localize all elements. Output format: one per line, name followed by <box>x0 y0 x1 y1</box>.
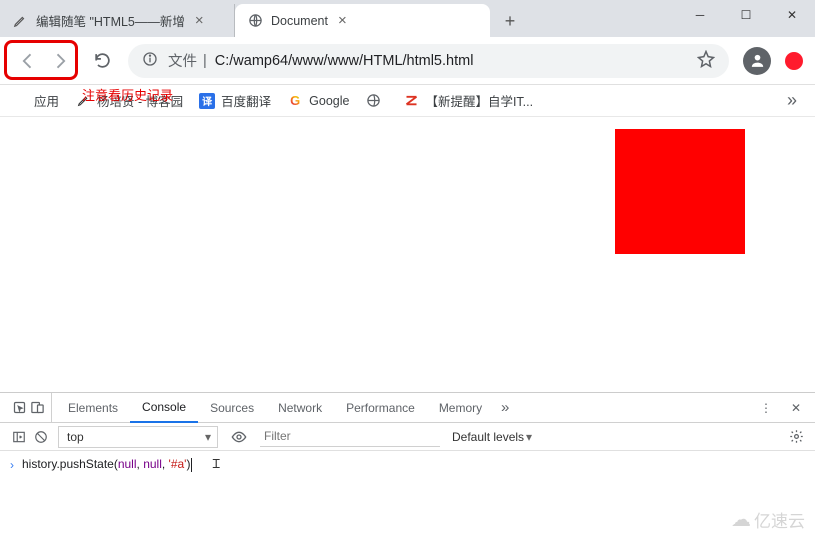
globe-icon <box>365 93 381 109</box>
levels-value: Default levels <box>452 430 524 444</box>
bookmark-item[interactable]: 译 百度翻译 <box>199 91 271 110</box>
minimize-button[interactable]: ─ <box>677 0 723 30</box>
page-viewport <box>0 117 815 392</box>
sz-icon <box>403 93 419 109</box>
console-toolbar: top Default levels <box>0 423 815 451</box>
bookmark-label: 【新提醒】自学IT... <box>425 91 533 110</box>
pen-icon <box>12 13 28 29</box>
cloud-icon: ☁ <box>731 507 751 532</box>
devtools-close-icon[interactable]: ✕ <box>785 393 807 423</box>
device-toggle-icon[interactable] <box>30 393 52 423</box>
bookmark-apps[interactable]: 应用 <box>12 91 59 110</box>
opera-icon[interactable] <box>785 52 803 70</box>
bookmark-star-icon[interactable] <box>697 50 715 72</box>
overflow-tabs-icon[interactable]: » <box>494 393 516 423</box>
execution-context-select[interactable]: top <box>58 426 218 448</box>
window-controls: ─ ☐ ✕ <box>677 0 815 30</box>
browser-toolbar: 文件 | C:/wamp64/www/www/HTML/html5.html <box>0 37 815 85</box>
bookmarks-overflow-button[interactable]: » <box>781 90 803 111</box>
live-expression-icon[interactable] <box>228 422 250 452</box>
tab-inactive[interactable]: 编辑随笔 "HTML5——新增 × <box>0 4 235 37</box>
tab-performance[interactable]: Performance <box>334 393 427 423</box>
forward-button[interactable] <box>48 49 72 73</box>
close-window-button[interactable]: ✕ <box>769 0 815 30</box>
console-sidebar-toggle-icon[interactable] <box>8 422 30 452</box>
context-value: top <box>67 430 84 444</box>
info-icon[interactable] <box>142 51 158 71</box>
address-bar[interactable]: 文件 | C:/wamp64/www/www/HTML/html5.html <box>128 44 729 78</box>
tab-title: 编辑随笔 "HTML5——新增 <box>36 11 185 30</box>
bookmark-item[interactable] <box>365 93 387 109</box>
translate-icon: 译 <box>199 93 215 109</box>
tab-memory[interactable]: Memory <box>427 393 494 423</box>
console-filter-input[interactable] <box>260 427 440 447</box>
devtools-tab-bar: Elements Console Sources Network Perform… <box>0 393 815 423</box>
profile-avatar[interactable] <box>743 47 771 75</box>
devtools-panel: Elements Console Sources Network Perform… <box>0 392 815 478</box>
maximize-button[interactable]: ☐ <box>723 0 769 30</box>
google-icon: G <box>287 93 303 109</box>
bookmark-label: 应用 <box>34 91 59 110</box>
bookmark-label: Google <box>309 94 349 108</box>
nav-buttons <box>12 47 76 75</box>
url-separator: | <box>203 53 207 69</box>
close-icon[interactable]: × <box>195 12 204 29</box>
text-cursor-icon: Ꮖ <box>212 457 220 472</box>
bookmark-item[interactable]: G Google <box>287 93 349 109</box>
bookmark-label: 百度翻译 <box>221 91 271 110</box>
globe-icon <box>247 13 263 29</box>
watermark-text: 亿速云 <box>754 507 805 532</box>
console-code: history.pushState(null, null, '#a') <box>22 457 192 472</box>
console-input-line[interactable]: › history.pushState(null, null, '#a') Ꮖ <box>0 451 815 478</box>
watermark: ☁ 亿速云 <box>731 507 805 532</box>
tab-strip: 编辑随笔 "HTML5——新增 × Document × + ─ ☐ ✕ <box>0 0 815 37</box>
log-levels-select[interactable]: Default levels <box>452 430 532 444</box>
apps-icon <box>12 93 28 109</box>
tab-elements[interactable]: Elements <box>56 393 130 423</box>
red-square-element <box>615 129 745 254</box>
prompt-icon: › <box>10 458 14 472</box>
new-tab-button[interactable]: + <box>496 7 524 35</box>
bookmark-item[interactable]: 【新提醒】自学IT... <box>403 91 533 110</box>
url-scheme-label: 文件 <box>168 50 197 71</box>
console-settings-icon[interactable] <box>785 422 807 452</box>
back-button[interactable] <box>16 49 40 73</box>
tab-console[interactable]: Console <box>130 393 198 423</box>
inspect-icon[interactable] <box>8 393 30 423</box>
url-text: C:/wamp64/www/www/HTML/html5.html <box>215 53 474 69</box>
tab-network[interactable]: Network <box>266 393 334 423</box>
reload-button[interactable] <box>90 49 114 73</box>
tab-active[interactable]: Document × <box>235 4 490 37</box>
devtools-menu-icon[interactable]: ⋮ <box>755 393 777 423</box>
tab-title: Document <box>271 14 328 28</box>
close-icon[interactable]: × <box>338 12 347 29</box>
clear-console-icon[interactable] <box>30 422 52 452</box>
tab-sources[interactable]: Sources <box>198 393 266 423</box>
annotation-text: 注意看历史记录 <box>82 85 173 104</box>
